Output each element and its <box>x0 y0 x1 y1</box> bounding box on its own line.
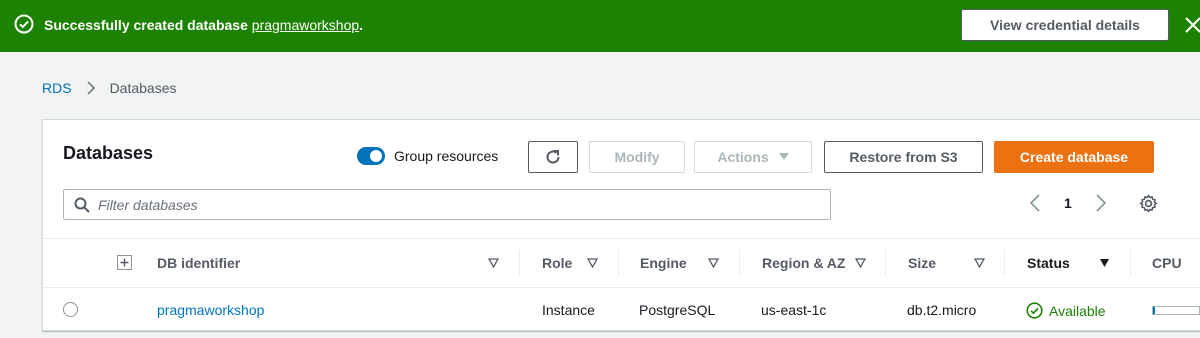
chevron-left-icon[interactable] <box>1028 193 1042 213</box>
column-divider[interactable] <box>1004 250 1005 276</box>
gear-icon[interactable] <box>1139 194 1158 213</box>
row-select-radio[interactable] <box>63 302 78 317</box>
cell-region: us-east-1c <box>761 302 827 318</box>
column-header-role[interactable]: Role <box>542 255 572 271</box>
column-divider[interactable] <box>618 250 619 276</box>
actions-dropdown-button[interactable]: Actions <box>694 141 812 173</box>
status-label: Available <box>1049 302 1106 319</box>
column-header-status[interactable]: Status <box>1027 255 1070 271</box>
actions-label: Actions <box>717 149 769 165</box>
search-icon <box>74 197 90 213</box>
filter-databases-input[interactable] <box>98 192 798 217</box>
toggle-knob <box>370 150 382 162</box>
breadcrumb: RDS Databases <box>42 80 177 96</box>
group-resources-toggle[interactable]: Group resources <box>357 147 498 165</box>
sort-down-icon[interactable] <box>708 258 719 268</box>
chevron-right-icon[interactable] <box>1094 193 1108 213</box>
column-divider[interactable] <box>519 250 520 276</box>
filter-databases[interactable] <box>63 189 831 220</box>
chevron-right-icon <box>87 81 95 95</box>
breadcrumb-current: Databases <box>109 80 177 96</box>
flash-message-prefix: Successfully created database <box>44 17 252 33</box>
check-circle-icon <box>1026 302 1043 319</box>
page-number[interactable]: 1 <box>1064 195 1072 211</box>
create-database-button[interactable]: Create database <box>994 141 1154 173</box>
toggle-switch[interactable] <box>357 147 385 165</box>
column-divider[interactable] <box>1130 250 1131 276</box>
success-flash-banner: Successfully created database pragmawork… <box>0 0 1200 52</box>
column-header-region[interactable]: Region & AZ <box>762 255 845 271</box>
column-divider[interactable] <box>739 250 740 276</box>
cell-engine: PostgreSQL <box>639 302 716 318</box>
cpu-utilization-bar <box>1152 306 1200 315</box>
sort-down-active-icon[interactable] <box>1099 258 1110 268</box>
modify-button[interactable]: Modify <box>589 141 685 173</box>
column-header-engine[interactable]: Engine <box>640 255 687 271</box>
view-credential-details-button[interactable]: View credential details <box>961 9 1169 41</box>
sort-down-icon[interactable] <box>587 258 598 268</box>
cell-size: db.t2.micro <box>907 302 977 318</box>
cell-status: Available <box>1026 302 1106 319</box>
column-header-size[interactable]: Size <box>908 255 936 271</box>
sort-down-icon[interactable] <box>855 258 866 268</box>
flash-database-link[interactable]: pragmaworkshop <box>252 17 359 33</box>
caret-down-icon <box>778 153 789 160</box>
column-header-db-identifier[interactable]: DB identifier <box>157 255 240 271</box>
sort-down-icon[interactable] <box>974 258 985 268</box>
cell-role: Instance <box>542 302 595 318</box>
group-resources-label: Group resources <box>394 148 499 164</box>
flash-message-suffix: . <box>359 17 364 33</box>
panel-title: Databases <box>63 143 154 163</box>
check-circle-icon <box>14 14 34 34</box>
cpu-utilization-fill <box>1153 307 1156 314</box>
refresh-button[interactable] <box>528 141 578 173</box>
expand-all-icon[interactable] <box>117 255 132 270</box>
column-divider[interactable] <box>885 250 886 276</box>
sort-down-icon[interactable] <box>488 258 499 268</box>
column-header-cpu[interactable]: CPU <box>1152 255 1182 271</box>
db-identifier-link[interactable]: pragmaworkshop <box>157 302 264 318</box>
close-icon[interactable] <box>1184 16 1200 34</box>
breadcrumb-rds-link[interactable]: RDS <box>42 80 72 96</box>
flash-message: Successfully created database pragmawork… <box>44 17 363 33</box>
pagination: 1 <box>1028 193 1108 213</box>
restore-from-s3-button[interactable]: Restore from S3 <box>824 141 983 173</box>
refresh-icon <box>546 150 560 164</box>
